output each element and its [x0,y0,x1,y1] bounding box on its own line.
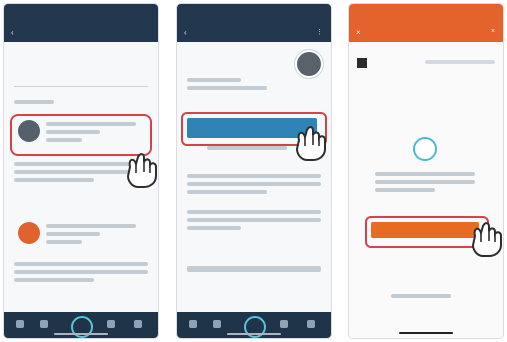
search-screen: ‹ [4,4,158,338]
tutorial-canvas: ‹ ‹ ⋮ × × [0,0,507,342]
top-nav: ‹ [4,22,158,42]
back-icon[interactable]: ‹ [11,28,14,37]
alexa-ring-icon [413,137,437,161]
back-icon[interactable]: ‹ [184,28,187,37]
skill-meta [187,78,321,94]
search-content [4,42,158,338]
status-bar [177,4,331,22]
share-icon[interactable]: ⋮ [316,28,323,36]
top-nav: × × [349,22,503,42]
pointing-hand-icon [120,149,158,189]
home-indicator [227,333,281,335]
account-email [425,60,495,64]
close-icon[interactable]: × [356,28,361,37]
linking-content [349,42,503,338]
start-by-saying [187,256,321,276]
secondary-description [14,262,148,286]
bottom-nav [4,312,158,338]
communicate-tab-icon[interactable] [40,320,48,328]
home-indicator [54,333,108,335]
skill-result-card-secondary[interactable] [14,218,148,252]
pointing-hand-icon [289,122,331,162]
home-indicator [399,332,453,334]
bottom-nav [177,312,331,338]
skill-description [187,174,321,198]
devices-tab-icon[interactable] [134,320,142,328]
account-row [357,54,495,70]
account-logo [357,58,367,68]
account-linking-screen: × × [349,4,503,338]
secondary-skill-logo [18,222,40,244]
top-nav: ‹ ⋮ [177,22,331,42]
home-tab-icon[interactable] [189,320,197,328]
status-bar [4,4,158,22]
search-input[interactable] [14,74,148,87]
secondary-result-lines [46,224,136,248]
results-header [14,100,148,108]
home-tab-icon[interactable] [16,320,24,328]
link-description [375,172,475,196]
close-icon-right[interactable]: × [491,28,495,35]
status-bar [349,4,503,22]
play-tab-icon[interactable] [280,320,288,328]
skill-detail-content [177,42,331,338]
play-tab-icon[interactable] [107,320,115,328]
skill-logo [297,52,321,76]
skill-detail-screen: ‹ ⋮ [177,4,331,338]
skill-extra [187,210,321,234]
devices-tab-icon[interactable] [307,320,315,328]
footer-text [373,294,473,302]
pointing-hand-icon [465,218,503,258]
communicate-tab-icon[interactable] [213,320,221,328]
